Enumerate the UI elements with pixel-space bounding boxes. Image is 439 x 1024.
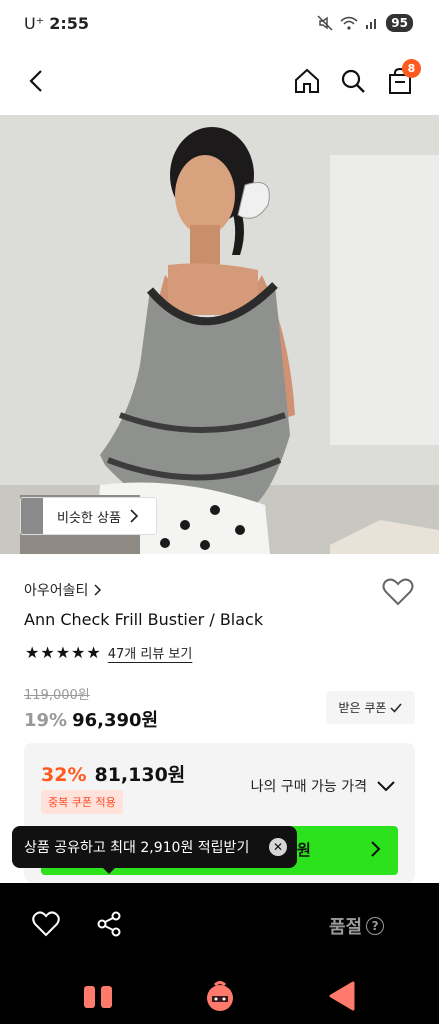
similar-thumbnail <box>21 498 43 534</box>
home-icon[interactable] <box>203 979 237 1013</box>
share-button[interactable] <box>96 911 122 941</box>
sale-price-row: 19% 96,390원 <box>24 706 158 732</box>
battery-level: 95 <box>386 14 413 32</box>
check-icon <box>390 703 403 713</box>
sale-price: 96,390원 <box>72 710 159 731</box>
share-icon <box>97 911 121 937</box>
search-icon <box>341 69 365 93</box>
heart-icon <box>382 578 414 606</box>
heart-icon <box>32 911 60 937</box>
home-icon <box>295 68 319 93</box>
duplicate-coupon-badge: 중복 쿠폰 적용 <box>41 790 123 814</box>
help-icon[interactable]: ? <box>366 917 385 935</box>
star-rating: ★★★★★ <box>25 643 102 662</box>
my-price-toggle[interactable]: 나의 구매 가능 가격 <box>251 776 395 796</box>
recent-apps-icon[interactable] <box>82 983 114 1011</box>
top-nav: 8 <box>0 56 439 106</box>
cart-button[interactable]: 8 <box>383 59 421 98</box>
status-bar: U⁺ 2:55 95 <box>0 0 439 48</box>
status-carrier: U⁺ 2:55 <box>24 14 89 33</box>
close-icon[interactable]: ✕ <box>269 838 287 856</box>
brand-name: 아우어솔티 <box>24 583 89 599</box>
green-button-text: 원 <box>297 841 311 859</box>
back-button[interactable] <box>20 64 54 98</box>
brand-link[interactable]: 아우어솔티 <box>24 580 102 600</box>
back-arrow-icon <box>29 70 42 92</box>
system-navigation-bar <box>0 963 439 1024</box>
rating-row: ★★★★★ 47개 리뷰 보기 <box>25 643 192 662</box>
similar-products-button[interactable]: 비슷한 상품 <box>20 497 157 535</box>
home-button[interactable] <box>290 64 324 98</box>
tooltip-tail <box>101 866 117 874</box>
best-price: 81,130원 <box>94 764 186 786</box>
chevron-right-icon <box>130 509 139 523</box>
my-price-label: 나의 구매 가능 가격 <box>250 779 367 795</box>
soldout-status[interactable]: 품절 ? <box>329 913 385 939</box>
wifi-icon <box>340 16 358 30</box>
coupon-button-label: 받은 쿠폰 <box>338 701 387 715</box>
similar-products-label: 비슷한 상품 <box>57 510 121 526</box>
search-button[interactable] <box>336 64 370 98</box>
review-link[interactable]: 47개 리뷰 보기 <box>108 643 193 662</box>
product-photo <box>0 115 439 554</box>
cart-count-badge: 8 <box>402 59 421 78</box>
mute-icon <box>317 15 333 31</box>
wishlist-button[interactable] <box>382 578 414 608</box>
bottom-action-bar: 품절 ? <box>0 883 439 963</box>
back-icon[interactable] <box>327 980 357 1012</box>
product-name: Ann Check Frill Bustier / Black <box>24 610 264 629</box>
chevron-right-icon <box>94 584 102 596</box>
signal-icon <box>366 19 377 29</box>
discount-percent: 19% <box>24 710 68 731</box>
chevron-right-icon <box>371 841 381 857</box>
chevron-down-icon <box>377 781 395 792</box>
best-price-row: 32% 81,130원 <box>41 760 185 787</box>
product-image[interactable] <box>0 115 439 554</box>
received-coupon-button[interactable]: 받은 쿠폰 <box>326 691 415 724</box>
original-price: 119,000원 <box>24 688 90 703</box>
share-reward-tooltip[interactable]: 상품 공유하고 최대 2,910원 적립받기 ✕ <box>12 826 297 868</box>
clock: 2:55 <box>49 14 90 33</box>
soldout-label: 품절 <box>329 917 363 938</box>
bottom-wishlist-button[interactable] <box>32 911 60 941</box>
carrier-label: U⁺ <box>24 14 45 33</box>
status-icons: 95 <box>317 14 413 32</box>
best-discount-percent: 32% <box>41 764 87 786</box>
tooltip-text: 상품 공유하고 최대 2,910원 적립받기 <box>24 840 250 856</box>
